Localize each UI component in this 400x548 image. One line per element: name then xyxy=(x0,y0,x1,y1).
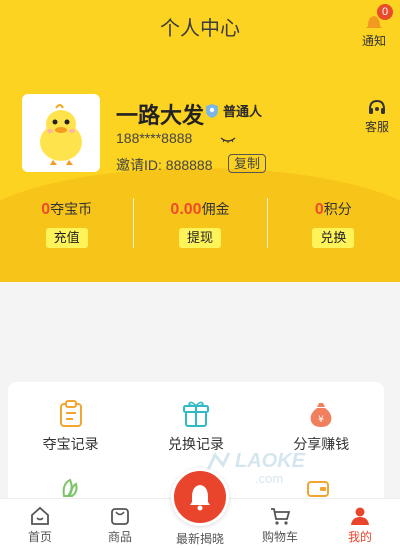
tab-products-label: 商品 xyxy=(107,530,132,544)
tab-products[interactable]: 商品 xyxy=(80,499,160,548)
user-phone: 188****8888 xyxy=(116,130,193,146)
duck-avatar-icon xyxy=(40,104,82,165)
page-title: 个人中心 xyxy=(160,18,240,40)
user-level: 普通人 xyxy=(205,101,262,120)
user-icon xyxy=(351,507,369,525)
copy-button[interactable]: 复制 xyxy=(228,154,267,173)
stats-row: 0夺宝币 充值 0.00佣金 提现 0积分 兑换 xyxy=(0,198,400,250)
leaf-icon[interactable] xyxy=(60,478,80,498)
home-icon xyxy=(31,506,49,525)
headset-icon xyxy=(369,99,385,114)
tab-latest-label: 最新揭晓 xyxy=(175,532,224,546)
tab-mine-label: 我的 xyxy=(347,530,372,544)
stat-commission: 0.00佣金 提现 xyxy=(133,198,266,250)
notice-button[interactable]: 0 通知 xyxy=(358,4,393,49)
tab-cart-label: 购物车 xyxy=(261,530,298,544)
gift-icon xyxy=(182,401,209,427)
stat-coins: 0夺宝币 充值 xyxy=(0,198,133,250)
notice-badge: 0 xyxy=(377,4,393,20)
recharge-button[interactable]: 充值 xyxy=(45,228,88,248)
latest-reveal-fab[interactable] xyxy=(171,468,229,526)
tab-mine[interactable]: 我的 xyxy=(320,499,400,548)
coins-value: 0 xyxy=(41,201,51,218)
bell-icon xyxy=(190,485,210,511)
cart-icon xyxy=(271,508,291,525)
svg-text:.com: .com xyxy=(255,471,283,485)
tab-cart[interactable]: 购物车 xyxy=(240,499,320,548)
customer-service-label: 客服 xyxy=(364,120,389,134)
level-label: 普通人 xyxy=(223,104,263,119)
withdraw-button[interactable]: 提现 xyxy=(178,228,221,248)
points-value: 0 xyxy=(314,201,324,218)
coins-unit: 夺宝币 xyxy=(50,201,93,217)
bag-icon xyxy=(111,508,129,525)
points-unit: 积分 xyxy=(323,201,352,217)
svg-text:¥: ¥ xyxy=(318,415,324,425)
exchange-button[interactable]: 兑换 xyxy=(312,228,355,248)
shield-icon xyxy=(206,103,218,118)
tab-home[interactable]: 首页 xyxy=(0,499,80,548)
tab-home-label: 首页 xyxy=(27,530,52,544)
eye-closed-icon[interactable] xyxy=(220,136,236,144)
treasure-records-label: 夺宝记录 xyxy=(42,436,99,452)
invite-id: 邀请ID: 888888 xyxy=(116,157,213,173)
notice-label: 通知 xyxy=(361,34,386,48)
commission-value: 0.00 xyxy=(170,201,202,218)
customer-service-button[interactable]: 客服 xyxy=(362,98,392,136)
svg-text:LAOKE: LAOKE xyxy=(235,450,306,472)
clipboard-icon xyxy=(59,400,82,427)
treasure-records-item[interactable]: 夺宝记录 xyxy=(8,400,133,454)
money-bag-icon: ¥ xyxy=(310,403,332,427)
avatar[interactable] xyxy=(22,94,100,172)
commission-unit: 佣金 xyxy=(201,201,230,217)
stat-points: 0积分 兑换 xyxy=(266,198,400,250)
user-name: 一路大发 xyxy=(116,103,205,128)
